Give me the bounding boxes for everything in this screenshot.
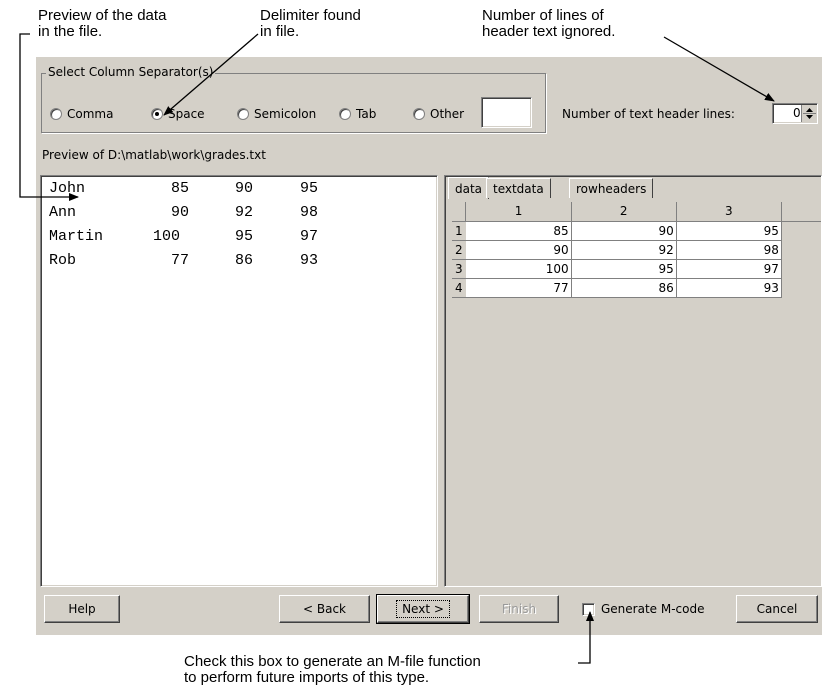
grid-cell[interactable]: 95 bbox=[676, 221, 782, 241]
help-button[interactable]: Help bbox=[44, 595, 120, 623]
grid-cell[interactable]: 98 bbox=[676, 240, 782, 260]
preview-cell: 98 bbox=[300, 204, 319, 221]
preview-cell: 90 bbox=[235, 180, 254, 197]
grid-cell[interactable]: 90 bbox=[571, 221, 677, 241]
radio-space[interactable]: Space bbox=[151, 107, 205, 121]
tab-bar: data textdata rowheaders bbox=[448, 177, 818, 199]
preview-cell: 100 bbox=[153, 228, 181, 245]
grid-cell[interactable]: 95 bbox=[571, 259, 677, 279]
next-button-label: Next > bbox=[396, 600, 450, 618]
radio-other[interactable]: Other bbox=[413, 107, 464, 121]
back-button[interactable]: < Back bbox=[279, 595, 370, 623]
grid-cell[interactable]: 85 bbox=[465, 221, 572, 241]
grid-column-header[interactable]: 2 bbox=[571, 202, 677, 222]
header-lines-label: Number of text header lines: bbox=[562, 107, 735, 121]
grid-cell[interactable]: 92 bbox=[571, 240, 677, 260]
grid-row-header[interactable]: 3 bbox=[452, 259, 466, 279]
preview-cell: 97 bbox=[300, 228, 319, 245]
preview-cell: Rob bbox=[49, 252, 77, 269]
preview-cell: 95 bbox=[300, 180, 319, 197]
radio-comma-label: Comma bbox=[67, 107, 114, 121]
radio-space-circle[interactable] bbox=[151, 108, 163, 120]
generate-mcode-checkbox[interactable]: Generate M-code bbox=[582, 602, 704, 616]
spinner-arrows-icon[interactable] bbox=[801, 105, 817, 122]
grid-cell[interactable]: 97 bbox=[676, 259, 782, 279]
header-lines-value[interactable]: 0 bbox=[793, 106, 801, 120]
next-button[interactable]: Next > bbox=[376, 594, 470, 624]
preview-cell: 77 bbox=[171, 252, 190, 269]
header-lines-annotation: Number of lines of header text ignored. bbox=[482, 7, 616, 40]
preview-cell: John bbox=[49, 180, 86, 197]
table-row: 3 100 95 97 bbox=[452, 259, 821, 279]
tab-rowheaders[interactable]: rowheaders bbox=[569, 178, 654, 198]
radio-space-label: Space bbox=[168, 107, 205, 121]
import-wizard-dialog: Select Column Separator(s) Comma Space S… bbox=[36, 57, 822, 635]
preview-label: Preview of D:\matlab\work\grades.txt bbox=[42, 148, 266, 162]
grid-cell[interactable]: 90 bbox=[465, 240, 572, 260]
grid-cell[interactable]: 77 bbox=[465, 278, 572, 298]
table-row: 2 90 92 98 bbox=[452, 240, 821, 260]
mcode-annotation: Check this box to generate an M-file fun… bbox=[184, 653, 481, 686]
checkbox-box[interactable] bbox=[582, 602, 595, 616]
radio-comma[interactable]: Comma bbox=[50, 107, 113, 121]
radio-other-label: Other bbox=[430, 107, 465, 121]
grid-column-header bbox=[781, 202, 821, 222]
table-row: 1 85 90 95 bbox=[452, 221, 821, 241]
grid-row-header[interactable]: 4 bbox=[452, 278, 466, 298]
data-grid-pane: data textdata rowheaders 1 2 3 1 85 90 9… bbox=[444, 175, 822, 587]
data-grid[interactable]: 1 2 3 1 85 90 95 2 90 92 98 3 100 95 97 … bbox=[452, 202, 821, 298]
preview-cell: 93 bbox=[300, 252, 319, 269]
cancel-button[interactable]: Cancel bbox=[736, 595, 818, 623]
radio-semicolon[interactable]: Semicolon bbox=[237, 107, 316, 121]
preview-pane[interactable]: John 85 90 95 Ann 90 92 98 Martin 100 95… bbox=[40, 175, 438, 587]
preview-cell: 85 bbox=[171, 180, 190, 197]
radio-semicolon-circle[interactable] bbox=[237, 108, 249, 120]
tab-textdata[interactable]: textdata bbox=[486, 178, 551, 198]
grid-column-header[interactable]: 3 bbox=[676, 202, 782, 222]
grid-row-header[interactable]: 1 bbox=[452, 221, 466, 241]
table-row: 4 77 86 93 bbox=[452, 278, 821, 298]
delimiter-annotation: Delimiter found in file. bbox=[260, 7, 361, 40]
preview-cell: 90 bbox=[171, 204, 190, 221]
header-lines-spinner[interactable]: 0 bbox=[772, 103, 818, 124]
other-separator-input[interactable] bbox=[481, 97, 532, 128]
radio-other-circle[interactable] bbox=[413, 108, 425, 120]
grid-column-header[interactable]: 1 bbox=[465, 202, 572, 222]
grid-cell[interactable]: 93 bbox=[676, 278, 782, 298]
grid-header-row: 1 2 3 bbox=[452, 202, 821, 222]
column-separator-group bbox=[41, 73, 546, 133]
radio-tab-circle[interactable] bbox=[339, 108, 351, 120]
radio-tab-label: Tab bbox=[356, 107, 377, 121]
preview-cell: 92 bbox=[235, 204, 254, 221]
radio-comma-circle[interactable] bbox=[50, 108, 62, 120]
finish-button[interactable]: Finish bbox=[479, 595, 559, 623]
radio-tab[interactable]: Tab bbox=[339, 107, 376, 121]
grid-row-header[interactable]: 2 bbox=[452, 240, 466, 260]
radio-semicolon-label: Semicolon bbox=[254, 107, 317, 121]
preview-cell: Martin bbox=[49, 228, 104, 245]
grid-corner bbox=[452, 202, 467, 222]
tab-data[interactable]: data bbox=[448, 177, 490, 199]
preview-annotation: Preview of the data in the file. bbox=[38, 7, 167, 40]
preview-cell: Ann bbox=[49, 204, 77, 221]
preview-cell: 86 bbox=[235, 252, 254, 269]
grid-cell[interactable]: 86 bbox=[571, 278, 677, 298]
column-separator-legend: Select Column Separator(s) bbox=[46, 65, 216, 79]
preview-cell: 95 bbox=[235, 228, 254, 245]
generate-mcode-label: Generate M-code bbox=[601, 602, 705, 616]
grid-cell[interactable]: 100 bbox=[465, 259, 572, 279]
